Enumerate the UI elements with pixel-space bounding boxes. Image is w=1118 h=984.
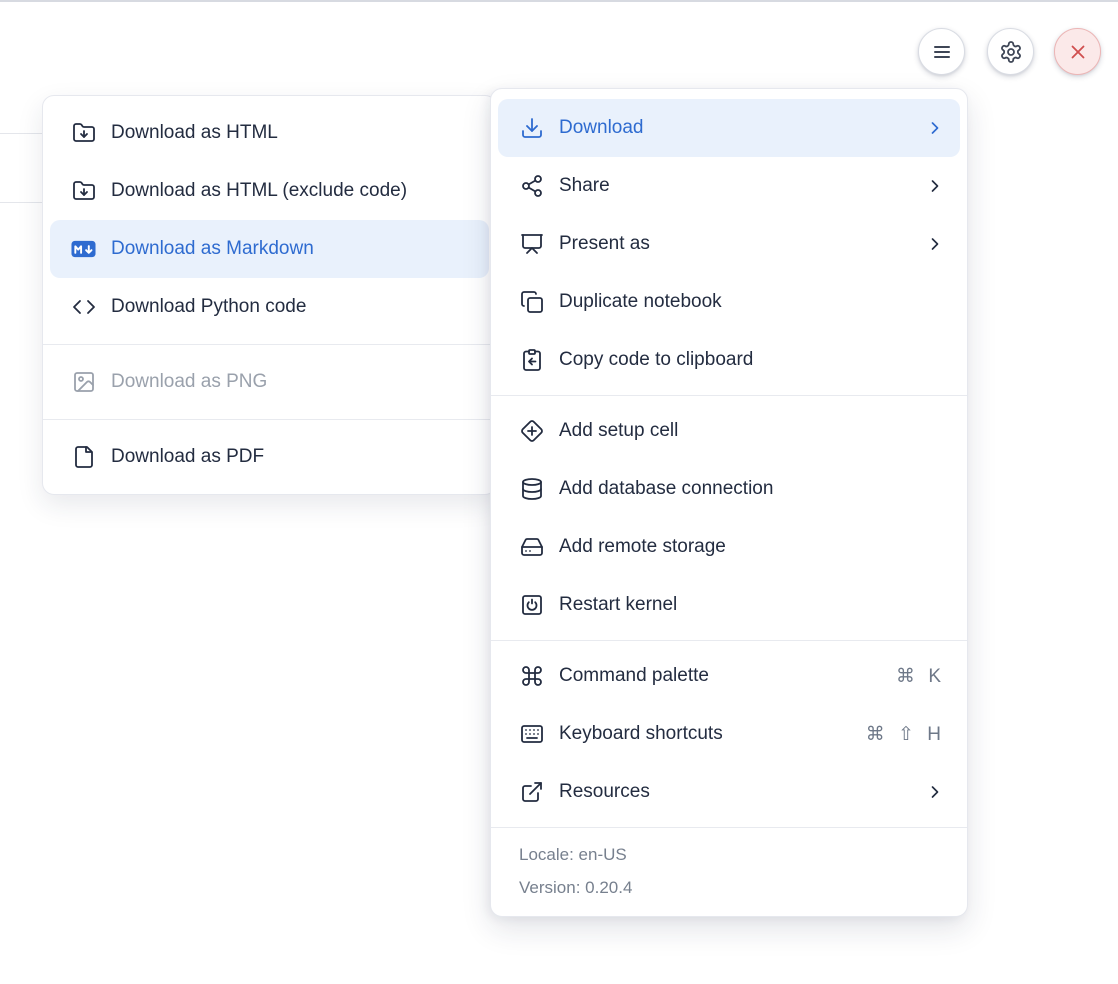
- menu-item-download-as-png: Download as PNG: [43, 353, 496, 411]
- menu-item-keyboard-shortcuts[interactable]: Keyboard shortcuts ⌘ ⇧ H: [491, 705, 967, 763]
- menu-separator: [491, 395, 967, 396]
- background-cell-border: [0, 133, 42, 134]
- menu-item-add-setup-cell[interactable]: Add setup cell: [491, 402, 967, 460]
- command-icon: [519, 664, 544, 689]
- menu-item-label: Restart kernel: [559, 594, 677, 616]
- menu-separator: [43, 419, 496, 420]
- version-text: Version: 0.20.4: [519, 871, 939, 904]
- notebook-menu: Download Share Present as Duplicate note…: [490, 88, 968, 917]
- shutdown-button[interactable]: [1054, 28, 1101, 75]
- menu-item-label: Download as PNG: [111, 371, 267, 393]
- menu-item-download-as-html[interactable]: Download as HTML: [43, 104, 496, 162]
- menu-item-download-as-markdown[interactable]: Download as Markdown: [50, 220, 489, 278]
- menu-separator: [491, 640, 967, 641]
- menu-item-label: Copy code to clipboard: [559, 349, 753, 371]
- notebook-actions-button[interactable]: [918, 28, 965, 75]
- chevron-right-icon: [925, 176, 945, 196]
- menu-item-download-as-html-exclude-code[interactable]: Download as HTML (exclude code): [43, 162, 496, 220]
- menu-item-label: Download Python code: [111, 296, 306, 318]
- keyboard-icon: [519, 722, 544, 747]
- menu-item-download[interactable]: Download: [498, 99, 960, 157]
- menu-item-label: Add database connection: [559, 478, 773, 500]
- download-icon: [519, 116, 544, 141]
- menu-item-label: Share: [559, 175, 610, 197]
- shortcut-hint: ⌘ K: [896, 665, 945, 688]
- database-icon: [519, 477, 544, 502]
- menu-item-label: Command palette: [559, 665, 709, 687]
- menu-footer: Locale: en-US Version: 0.20.4: [491, 827, 967, 916]
- menu-item-label: Download as HTML (exclude code): [111, 180, 407, 202]
- menu-item-label: Duplicate notebook: [559, 291, 722, 313]
- locale-text: Locale: en-US: [519, 838, 939, 871]
- chevron-right-icon: [925, 118, 945, 138]
- shortcut-hint: ⌘ ⇧ H: [866, 723, 945, 746]
- menu-item-label: Download as HTML: [111, 122, 278, 144]
- menu-item-present-as[interactable]: Present as: [491, 215, 967, 273]
- menu-item-add-database-connection[interactable]: Add database connection: [491, 460, 967, 518]
- power-icon: [519, 593, 544, 618]
- menu-item-command-palette[interactable]: Command palette ⌘ K: [491, 647, 967, 705]
- image-icon: [71, 370, 96, 395]
- presentation-icon: [519, 232, 544, 257]
- copy-icon: [519, 290, 544, 315]
- download-submenu: Download as HTML Download as HTML (exclu…: [42, 95, 497, 495]
- external-link-icon: [519, 780, 544, 805]
- menu-item-label: Add remote storage: [559, 536, 726, 558]
- close-icon: [1067, 41, 1089, 63]
- folder-down-icon: [71, 179, 96, 204]
- menu-item-share[interactable]: Share: [491, 157, 967, 215]
- menu-item-restart-kernel[interactable]: Restart kernel: [491, 576, 967, 634]
- menu-item-label: Add setup cell: [559, 420, 678, 442]
- page-top-border: [0, 0, 1118, 2]
- chevron-right-icon: [925, 782, 945, 802]
- markdown-download-icon: [71, 237, 96, 262]
- share-icon: [519, 174, 544, 199]
- menu-item-label: Keyboard shortcuts: [559, 723, 723, 745]
- folder-down-icon: [71, 121, 96, 146]
- clipboard-copy-icon: [519, 348, 544, 373]
- menu-item-label: Resources: [559, 781, 650, 803]
- menu-item-label: Download as Markdown: [111, 238, 314, 260]
- menu-item-download-python-code[interactable]: Download Python code: [43, 278, 496, 336]
- menu-item-label: Download as PDF: [111, 446, 264, 468]
- menu-item-label: Download: [559, 117, 644, 139]
- menu-item-add-remote-storage[interactable]: Add remote storage: [491, 518, 967, 576]
- gear-icon: [999, 40, 1023, 64]
- menu-item-duplicate-notebook[interactable]: Duplicate notebook: [491, 273, 967, 331]
- settings-button[interactable]: [987, 28, 1034, 75]
- hamburger-icon: [930, 40, 954, 64]
- code-icon: [71, 295, 96, 320]
- menu-item-resources[interactable]: Resources: [491, 763, 967, 821]
- chevron-right-icon: [925, 234, 945, 254]
- hard-drive-icon: [519, 535, 544, 560]
- background-cell-border: [0, 202, 42, 203]
- menu-separator: [43, 344, 496, 345]
- file-icon: [71, 445, 96, 470]
- diamond-plus-icon: [519, 419, 544, 444]
- menu-item-label: Present as: [559, 233, 650, 255]
- menu-item-copy-code-to-clipboard[interactable]: Copy code to clipboard: [491, 331, 967, 389]
- menu-item-download-as-pdf[interactable]: Download as PDF: [43, 428, 496, 486]
